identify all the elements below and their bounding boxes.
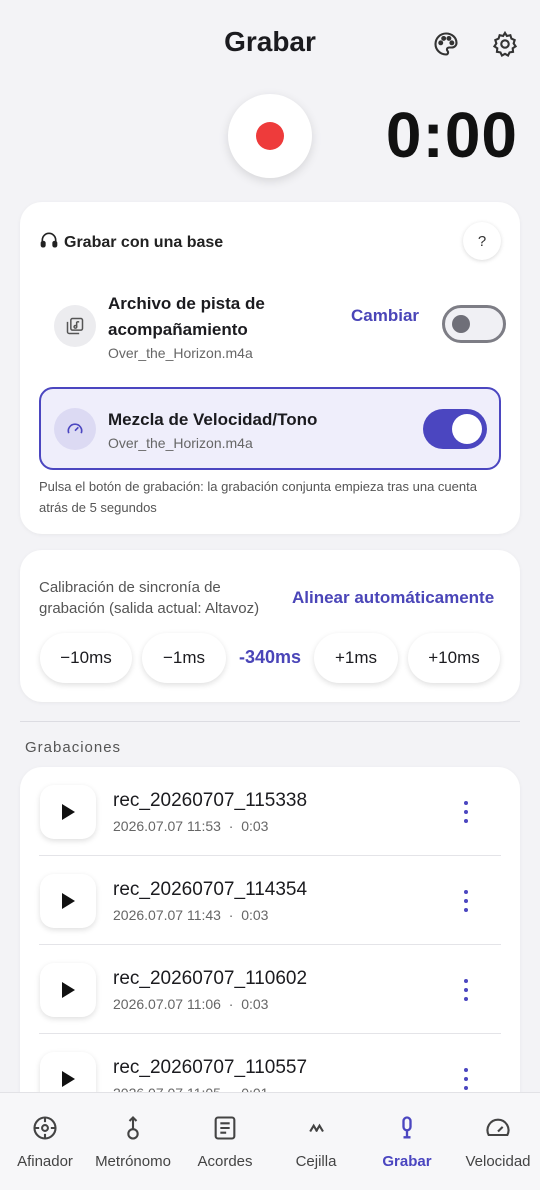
bottom-navigation: Afinador Metrónomo Acordes Cejilla Graba… bbox=[0, 1092, 540, 1190]
nav-label: Metrónomo bbox=[95, 1153, 171, 1170]
nav-label: Acordes bbox=[197, 1153, 253, 1170]
recordings-list: rec_20260707_115338 2026.07.07 11:53 · 0… bbox=[20, 767, 520, 1127]
play-button[interactable] bbox=[40, 874, 96, 928]
minus-10ms-button[interactable]: −10ms bbox=[40, 633, 132, 683]
recording-name: rec_20260707_115338 bbox=[113, 790, 308, 811]
headphones-icon bbox=[39, 230, 59, 255]
speed-pitch-mix-label: Mezcla de Velocidad/Tono bbox=[108, 410, 318, 429]
more-options-icon[interactable] bbox=[459, 979, 473, 1001]
toggle-knob bbox=[452, 414, 482, 444]
more-options-icon[interactable] bbox=[459, 1068, 473, 1090]
nav-item-capo[interactable]: Cejilla bbox=[271, 1093, 361, 1190]
backing-track-label: Archivo de pista de acompañamiento bbox=[108, 294, 265, 339]
speedometer-icon bbox=[483, 1113, 513, 1143]
toggle-knob bbox=[452, 315, 470, 333]
sync-offset-value: -340ms bbox=[238, 647, 302, 667]
plus-10ms-button[interactable]: +10ms bbox=[408, 633, 500, 683]
speed-pitch-mix-row[interactable]: Mezcla de Velocidad/Tono Over_the_Horizo… bbox=[39, 387, 501, 470]
play-button[interactable] bbox=[40, 785, 96, 839]
auto-align-button[interactable]: Alinear automáticamente bbox=[292, 588, 494, 608]
nav-label: Grabar bbox=[382, 1153, 432, 1170]
capo-icon bbox=[301, 1113, 331, 1143]
play-button[interactable] bbox=[40, 963, 96, 1017]
recordings-section-label: Grabaciones bbox=[25, 739, 122, 756]
sync-calibration-card: Calibración de sincronía de grabación (s… bbox=[20, 550, 520, 702]
play-icon bbox=[62, 1071, 75, 1087]
nav-item-chords[interactable]: Acordes bbox=[180, 1093, 270, 1190]
speedometer-icon bbox=[54, 408, 96, 450]
speed-pitch-mix-file: Over_the_Horizon.m4a bbox=[108, 435, 253, 451]
speed-pitch-mix-toggle[interactable] bbox=[423, 409, 487, 449]
section-divider bbox=[20, 721, 520, 722]
metronome-icon bbox=[118, 1113, 148, 1143]
nav-label: Velocidad bbox=[465, 1153, 531, 1170]
more-options-icon[interactable] bbox=[459, 801, 473, 823]
backing-track-title: Grabar con una base bbox=[39, 230, 223, 255]
chords-icon bbox=[210, 1113, 240, 1143]
record-dot-icon bbox=[256, 122, 284, 150]
nav-label: Afinador bbox=[17, 1153, 73, 1170]
more-options-icon[interactable] bbox=[459, 890, 473, 912]
recording-name: rec_20260707_114354 bbox=[113, 879, 308, 900]
music-file-icon bbox=[54, 305, 96, 347]
nav-item-speed[interactable]: Velocidad bbox=[453, 1093, 540, 1190]
list-item[interactable]: rec_20260707_115338 2026.07.07 11:53 · 0… bbox=[39, 767, 501, 856]
recording-meta: 2026.07.07 11:06 · 0:03 bbox=[113, 996, 269, 1012]
play-icon bbox=[62, 804, 75, 820]
countdown-hint: Pulsa el botón de grabación: la grabació… bbox=[39, 479, 477, 515]
nav-label: Cejilla bbox=[295, 1153, 337, 1170]
tuner-icon bbox=[30, 1113, 60, 1143]
backing-track-card: Grabar con una base ? Archivo de pista d… bbox=[20, 202, 520, 534]
plus-1ms-button[interactable]: +1ms bbox=[314, 633, 398, 683]
backing-track-row: Archivo de pista de acompañamiento Over_… bbox=[39, 280, 506, 372]
backing-track-title-text: Grabar con una base bbox=[64, 233, 224, 251]
nav-item-metronome[interactable]: Metrónomo bbox=[88, 1093, 178, 1190]
recording-meta: 2026.07.07 11:43 · 0:03 bbox=[113, 907, 269, 923]
list-item[interactable]: rec_20260707_110602 2026.07.07 11:06 · 0… bbox=[39, 945, 501, 1034]
gear-icon[interactable] bbox=[489, 28, 521, 60]
recording-meta: 2026.07.07 11:53 · 0:03 bbox=[113, 818, 269, 834]
list-item[interactable]: rec_20260707_114354 2026.07.07 11:43 · 0… bbox=[39, 856, 501, 945]
recording-name: rec_20260707_110602 bbox=[113, 968, 308, 989]
backing-track-file: Over_the_Horizon.m4a bbox=[108, 345, 253, 361]
play-icon bbox=[62, 893, 75, 909]
nav-item-record[interactable]: Grabar bbox=[362, 1093, 452, 1190]
backing-track-toggle[interactable] bbox=[442, 305, 506, 343]
recording-timer: 0:00 bbox=[385, 99, 518, 171]
nav-item-tuner[interactable]: Afinador bbox=[0, 1093, 90, 1190]
recording-name: rec_20260707_110557 bbox=[113, 1057, 308, 1078]
minus-1ms-button[interactable]: −1ms bbox=[142, 633, 226, 683]
microphone-icon bbox=[392, 1113, 422, 1143]
header: Grabar bbox=[0, 0, 540, 88]
palette-icon[interactable] bbox=[430, 28, 462, 60]
change-track-button[interactable]: Cambiar bbox=[351, 306, 419, 326]
record-button[interactable] bbox=[228, 94, 312, 178]
play-icon bbox=[62, 982, 75, 998]
calibration-label: Calibración de sincronía de grabación (s… bbox=[39, 579, 260, 617]
help-button[interactable]: ? bbox=[463, 222, 501, 260]
